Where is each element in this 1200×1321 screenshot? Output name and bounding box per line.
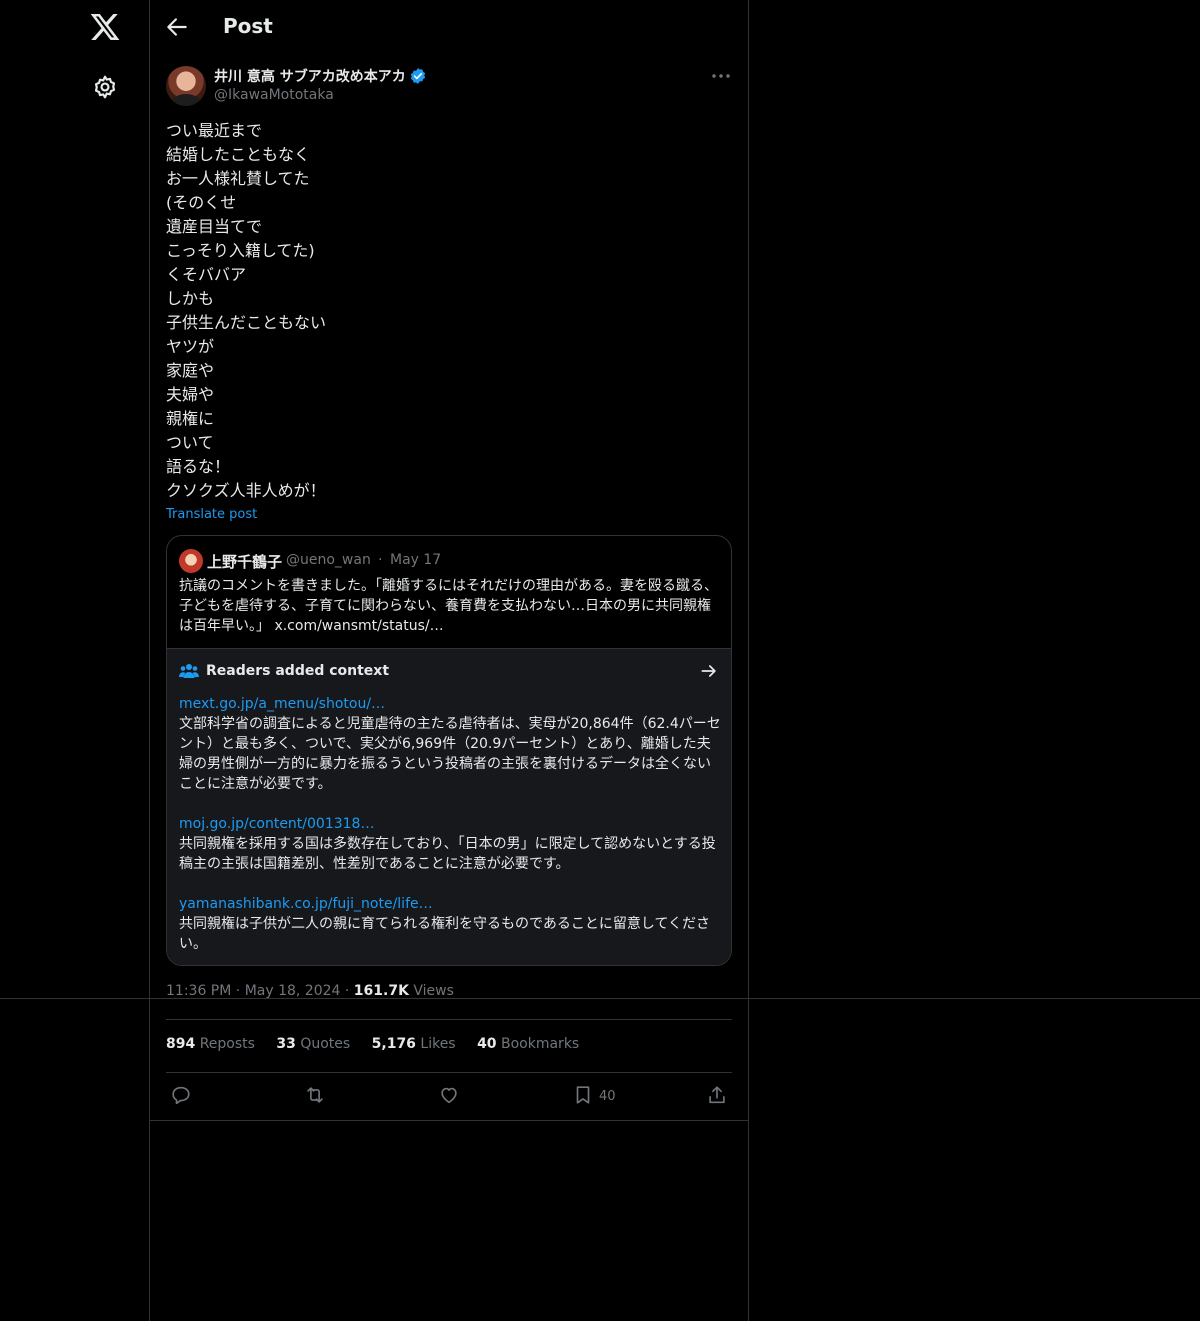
post-text-line: クソクズ人非人めが！ bbox=[166, 481, 326, 500]
views-count: 161.7K bbox=[353, 983, 409, 999]
share-icon bbox=[709, 1086, 725, 1104]
separator-dot: · bbox=[344, 983, 350, 999]
divider bbox=[150, 1120, 748, 1121]
quotes-count: 33 bbox=[276, 1036, 296, 1052]
post-text-line: お一人様礼賛してた bbox=[166, 169, 310, 188]
context-source-link[interactable]: yamanashibank.co.jp/fuji_note/life… bbox=[179, 894, 721, 914]
reply-icon bbox=[172, 1086, 190, 1105]
post-author: 井川 意高 サブアカ改め本アカ @IkawaMototaka bbox=[166, 64, 732, 108]
post-text-line: (そのくせ bbox=[166, 193, 237, 212]
quoted-post-date[interactable]: May 17 bbox=[390, 552, 441, 568]
readers-context-body: mext.go.jp/a_menu/shotou/… 文部科学省の調査によると児… bbox=[179, 694, 721, 954]
context-note-text: 文部科学省の調査によると児童虐待の主たる虐待者は、実母が20,864件（62.4… bbox=[179, 716, 721, 792]
bookmarks-count: 40 bbox=[477, 1036, 497, 1052]
app-root: Post 井川 意高 サブアカ改め本アカ @IkawaMototaka つい最近… bbox=[0, 0, 1200, 1321]
post-text-line: 結婚したこともなく bbox=[166, 145, 311, 164]
readers-context-title: Readers added context bbox=[206, 663, 390, 679]
quoted-post-card[interactable]: 上野千鶴子 @ueno_wan · May 17 抗議のコメントを書きました。「… bbox=[166, 535, 732, 966]
bookmark-count: 40 bbox=[599, 1089, 616, 1104]
post-text-line: つい最近まで bbox=[166, 121, 263, 140]
context-note-text: 共同親権は子供が二人の親に育てられる権利を守るものであることに留意してください。 bbox=[179, 916, 711, 952]
author-name[interactable]: 井川 意高 サブアカ改め本アカ bbox=[214, 69, 406, 85]
context-source-link[interactable]: moj.go.jp/content/001318… bbox=[179, 814, 721, 834]
bookmark-icon bbox=[576, 1086, 590, 1104]
like-icon bbox=[441, 1087, 457, 1104]
reply-button[interactable] bbox=[170, 1084, 192, 1108]
verified-badge-icon bbox=[410, 68, 425, 84]
author-name-row[interactable]: 井川 意高 サブアカ改め本アカ bbox=[214, 66, 427, 86]
translate-post-link[interactable]: Translate post bbox=[166, 507, 257, 522]
bookmarks-label: Bookmarks bbox=[501, 1036, 580, 1052]
readers-context-panel[interactable]: Readers added context mext.go.jp/a_menu/… bbox=[167, 648, 731, 965]
readers-context-icon bbox=[179, 664, 199, 678]
back-arrow-icon[interactable] bbox=[164, 14, 190, 40]
post-text-line: 夫婦や bbox=[166, 385, 215, 404]
divider bbox=[166, 1019, 732, 1020]
quoted-author-avatar[interactable] bbox=[179, 549, 203, 573]
post-text-line: 遺産目当てで bbox=[166, 217, 263, 236]
quoted-post-header: 上野千鶴子 @ueno_wan · May 17 bbox=[179, 549, 719, 573]
post-time[interactable]: 11:36 PM bbox=[166, 983, 231, 999]
left-rail bbox=[0, 0, 150, 1321]
author-avatar[interactable] bbox=[166, 66, 206, 106]
repost-icon bbox=[307, 1087, 323, 1103]
post-actions: 40 bbox=[166, 1080, 732, 1112]
quotes-stat[interactable]: 33 Quotes bbox=[276, 1036, 350, 1052]
reposts-label: Reposts bbox=[199, 1036, 255, 1052]
separator-dot: · bbox=[378, 552, 383, 568]
separator-dot: · bbox=[235, 983, 241, 999]
post-text-line: 親権に bbox=[166, 409, 215, 428]
views-label: Views bbox=[413, 983, 454, 999]
post-text-line: 家庭や bbox=[166, 361, 215, 380]
quotes-label: Quotes bbox=[300, 1036, 351, 1052]
post-text: つい最近まで 結婚したこともなく お一人様礼賛してた (そのくせ 遺産目当てで … bbox=[166, 119, 732, 503]
post-meta: 11:36 PM · May 18, 2024 · 161.7K Views bbox=[166, 983, 454, 999]
more-icon[interactable] bbox=[710, 66, 732, 86]
post-text-line: ヤツが bbox=[166, 337, 215, 356]
post-text-line: しかも bbox=[166, 289, 215, 308]
like-button[interactable] bbox=[438, 1084, 460, 1108]
context-note-text: 共同親権を採用する国は多数存在しており、「日本の男」に限定して認めないとする投稿… bbox=[179, 836, 716, 872]
quoted-author-handle[interactable]: @ueno_wan bbox=[286, 552, 371, 568]
arrow-right-icon[interactable] bbox=[699, 661, 719, 681]
post-stats: 894 Reposts 33 Quotes 5,176 Likes 40 Boo… bbox=[166, 1036, 596, 1052]
main-column: Post 井川 意高 サブアカ改め本アカ @IkawaMototaka つい最近… bbox=[149, 0, 749, 1321]
page-title: Post bbox=[223, 14, 273, 38]
repost-button[interactable] bbox=[304, 1084, 326, 1108]
gear-icon[interactable] bbox=[92, 74, 118, 100]
post-text-line: 語るな！ bbox=[166, 457, 231, 476]
author-handle[interactable]: @IkawaMototaka bbox=[214, 87, 334, 103]
likes-stat[interactable]: 5,176 Likes bbox=[372, 1036, 456, 1052]
quoted-author-name[interactable]: 上野千鶴子 bbox=[207, 551, 282, 572]
post-text-line: ついて bbox=[166, 433, 214, 452]
divider bbox=[166, 1072, 732, 1073]
likes-count: 5,176 bbox=[371, 1036, 416, 1052]
quoted-post-text: 抗議のコメントを書きました。「離婚するにはそれだけの理由がある。妻を殴る蹴る、子… bbox=[179, 578, 718, 634]
readers-context-header: Readers added context bbox=[179, 661, 719, 683]
share-button[interactable] bbox=[706, 1084, 728, 1108]
overlay-line bbox=[0, 998, 1200, 999]
reposts-count: 894 bbox=[166, 1036, 196, 1052]
bookmarks-stat[interactable]: 40 Bookmarks bbox=[477, 1036, 579, 1052]
post-text-line: こっそり入籍してた) bbox=[166, 241, 315, 260]
post-date[interactable]: May 18, 2024 bbox=[245, 983, 341, 999]
context-source-link[interactable]: mext.go.jp/a_menu/shotou/… bbox=[179, 694, 721, 714]
x-logo-icon[interactable] bbox=[89, 11, 121, 43]
reposts-stat[interactable]: 894 Reposts bbox=[166, 1036, 255, 1052]
top-bar: Post bbox=[150, 0, 748, 53]
bookmark-button[interactable]: 40 bbox=[572, 1084, 616, 1108]
post-text-line: くそババア bbox=[166, 265, 247, 284]
post-text-line: 子供生んだこともない bbox=[166, 313, 327, 332]
likes-label: Likes bbox=[420, 1036, 456, 1052]
